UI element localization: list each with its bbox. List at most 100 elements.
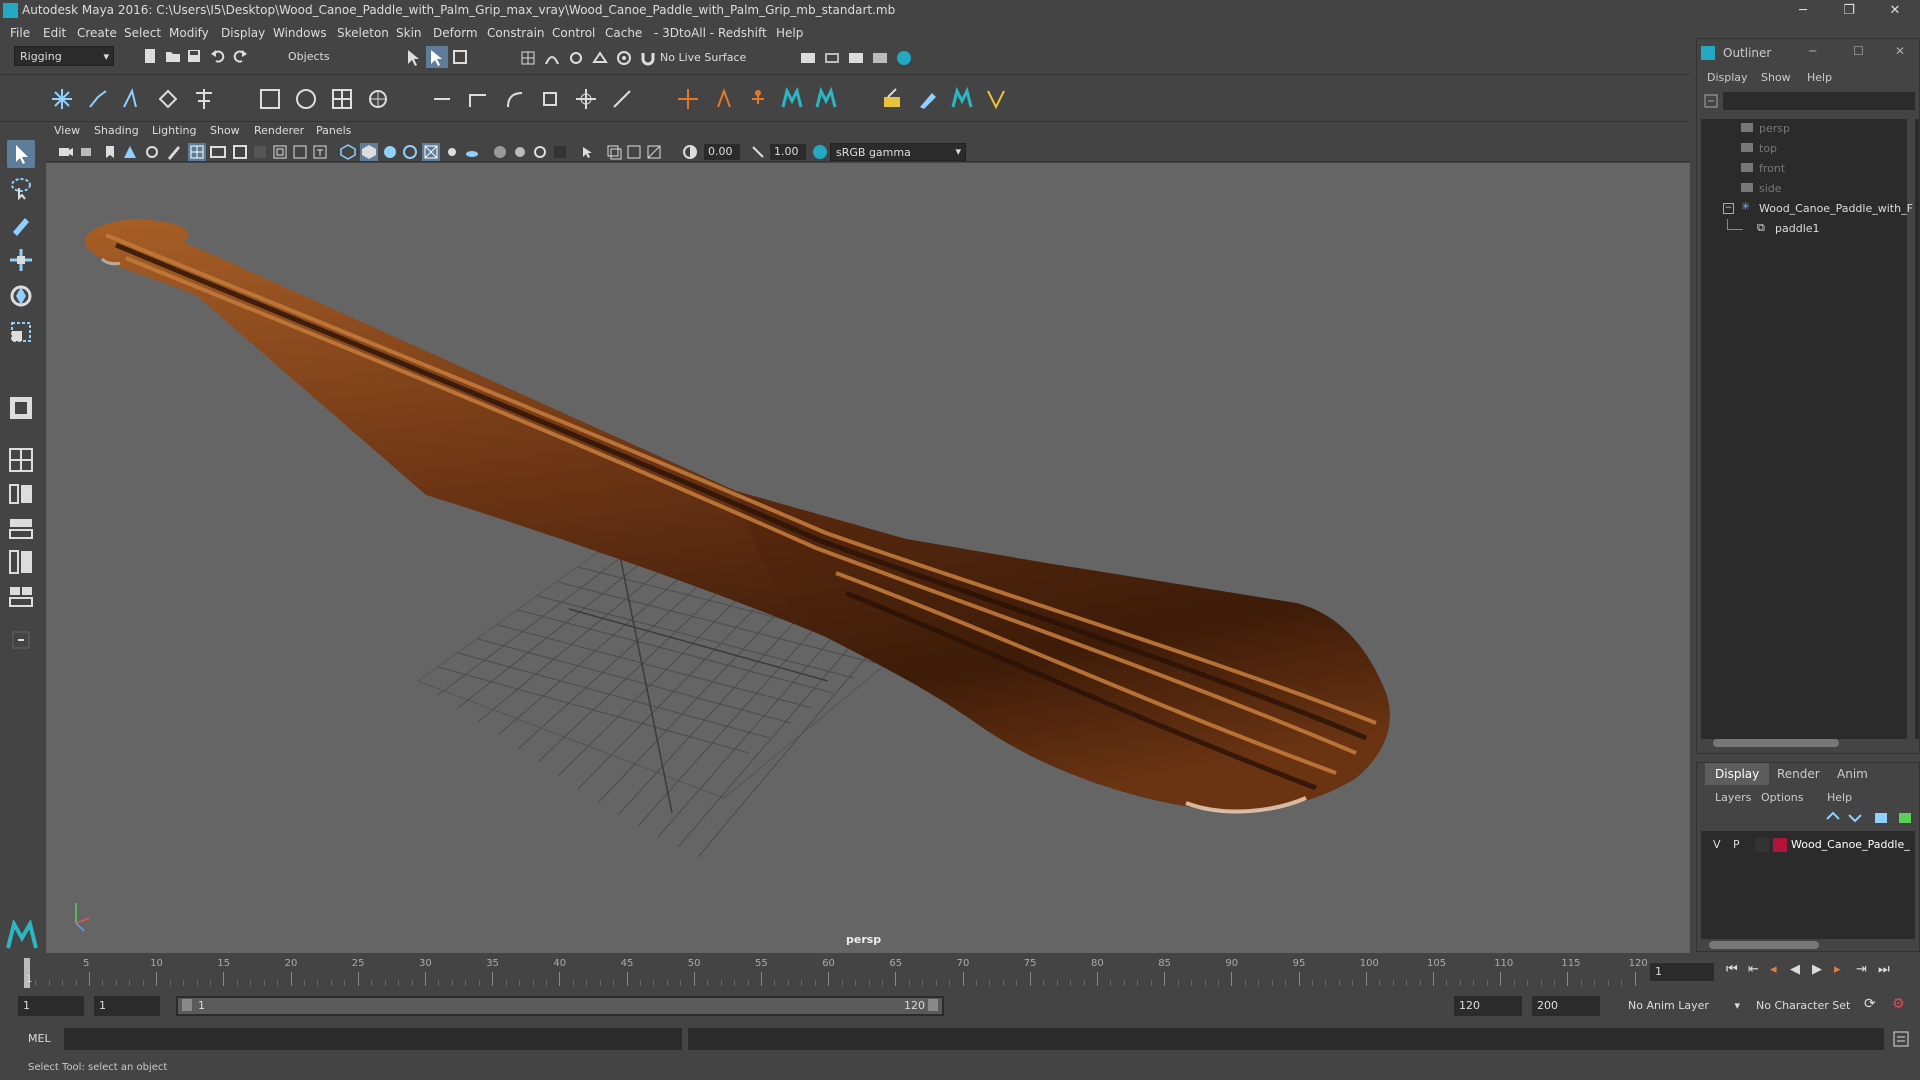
bind-skin-icon[interactable]	[258, 87, 282, 111]
selection-mode-dropdown[interactable]: Objects	[283, 47, 378, 67]
script-language-toggle[interactable]: MEL	[28, 1032, 51, 1045]
toolbox-collapse-icon[interactable]	[7, 626, 35, 654]
script-editor-icon[interactable]	[1892, 1030, 1910, 1048]
tab-anim[interactable]: Anim	[1827, 763, 1878, 785]
2d-pan-zoom-icon[interactable]	[144, 144, 160, 160]
image-plane-icon[interactable]	[122, 144, 138, 160]
safe-action-icon[interactable]	[292, 144, 308, 160]
bookmark-icon[interactable]	[102, 144, 118, 160]
panel-menu-renderer[interactable]: Renderer	[254, 124, 304, 137]
character-set-dropdown[interactable]: No Character Set	[1750, 996, 1862, 1016]
menu-display[interactable]: Display	[221, 26, 265, 40]
tab-render[interactable]: Render	[1767, 763, 1830, 785]
anti-aliasing-icon[interactable]	[532, 144, 548, 160]
outliner-item-persp[interactable]: persp	[1701, 119, 1907, 139]
ik-spline-icon[interactable]	[120, 87, 144, 111]
open-scene-icon[interactable]	[165, 48, 181, 64]
render-current-icon[interactable]	[824, 50, 840, 66]
outliner-menu-display[interactable]: Display	[1707, 71, 1748, 84]
auto-key-icon[interactable]: ⟳	[1864, 996, 1876, 1012]
lights-icon[interactable]	[444, 144, 460, 160]
move-layer-down-icon[interactable]	[1847, 811, 1863, 825]
panel-menu-shading[interactable]: Shading	[94, 124, 139, 137]
end-frame-field[interactable]: 200	[1532, 996, 1600, 1016]
outliner-vscrollbar[interactable]	[1915, 119, 1919, 739]
snap-view-plane-icon[interactable]	[592, 50, 608, 66]
new-empty-layer-icon[interactable]	[1873, 811, 1889, 825]
anim-layer-dropdown[interactable]: No Anim Layer ▾	[1620, 996, 1742, 1016]
persp-relationship-icon[interactable]	[7, 582, 35, 610]
outliner-close-button[interactable]: ✕	[1895, 44, 1905, 58]
select-by-component-icon[interactable]	[449, 46, 471, 68]
outliner-item-paddle1[interactable]: ⧉ paddle1	[1701, 219, 1907, 239]
menu-modify[interactable]: Modify	[169, 26, 209, 40]
persp-graph-icon[interactable]	[7, 514, 35, 542]
start-frame-field[interactable]: 1	[18, 996, 84, 1016]
layer-hscroll-thumb[interactable]	[1709, 941, 1819, 949]
wireframe-icon[interactable]	[340, 144, 356, 160]
quick-rig-icon[interactable]	[746, 87, 770, 111]
exposure-icon[interactable]	[682, 144, 698, 160]
move-tool-icon[interactable]	[7, 246, 35, 274]
ik-fk-icon[interactable]	[712, 87, 736, 111]
gate-mask-icon[interactable]	[252, 144, 268, 160]
maya-app-icon[interactable]	[6, 918, 38, 950]
select-by-object-icon[interactable]	[426, 46, 448, 68]
playback-end-field[interactable]: 120	[1454, 996, 1522, 1016]
motion-blur-icon[interactable]	[512, 144, 528, 160]
outliner-item-top[interactable]: top	[1701, 139, 1907, 159]
single-perspective-icon[interactable]	[7, 394, 35, 422]
outliner-minimize-button[interactable]: ─	[1809, 44, 1816, 58]
color-management-icon[interactable]	[812, 144, 828, 160]
select-by-hierarchy-icon[interactable]	[403, 46, 425, 68]
film-gate-icon[interactable]	[210, 144, 226, 160]
lasso-tool-icon[interactable]	[7, 174, 35, 202]
scale-tool-icon[interactable]	[7, 318, 35, 346]
xray-active-icon[interactable]	[626, 144, 642, 160]
step-back-frame-icon[interactable]: ◂	[1770, 962, 1777, 977]
playback-start-field[interactable]: 1	[94, 996, 160, 1016]
menu-skeleton[interactable]: Skeleton	[337, 26, 389, 40]
humanik-icon[interactable]	[780, 87, 804, 111]
redo-icon[interactable]	[232, 48, 248, 64]
snap-live-icon[interactable]	[616, 50, 632, 66]
go-to-start-icon[interactable]: ⏮	[1726, 962, 1738, 977]
render-view-icon[interactable]	[800, 50, 816, 66]
range-slider[interactable]: 1 120	[176, 996, 944, 1016]
textured-icon[interactable]	[422, 143, 440, 161]
smooth-bind-icon[interactable]	[294, 87, 318, 111]
humanik-control-icon[interactable]	[950, 87, 974, 111]
persp-outliner-icon[interactable]	[7, 480, 35, 508]
menu-constrain[interactable]: Constrain	[487, 26, 545, 40]
step-back-key-icon[interactable]: ⇤	[1748, 962, 1759, 977]
range-end-grip[interactable]	[928, 999, 938, 1011]
aim-constraint-icon[interactable]	[466, 87, 490, 111]
humanik-char-icon[interactable]	[814, 87, 838, 111]
perspective-viewport[interactable]: persp	[46, 163, 1690, 953]
menuset-dropdown[interactable]: Rigging ▾	[14, 46, 114, 66]
menu-windows[interactable]: Windows	[273, 26, 327, 40]
insert-joint-icon[interactable]	[156, 87, 180, 111]
menu-skin[interactable]: Skin	[396, 26, 422, 40]
outliner-item-front[interactable]: front	[1701, 159, 1907, 179]
tab-display[interactable]: Display	[1705, 763, 1770, 785]
outliner-hscroll-thumb[interactable]	[1713, 739, 1839, 747]
layer-display-type[interactable]	[1755, 838, 1769, 852]
outliner-menu-show[interactable]: Show	[1761, 71, 1791, 84]
depth-of-field-icon[interactable]	[552, 144, 568, 160]
move-layer-up-icon[interactable]	[1825, 811, 1841, 825]
render-settings-icon[interactable]	[872, 50, 888, 66]
exposure-field[interactable]: 0.00	[704, 144, 740, 160]
paint-weights-icon[interactable]	[880, 87, 904, 111]
panel-menu-show[interactable]: Show	[210, 124, 240, 137]
collapse-icon[interactable]: −	[1723, 203, 1734, 214]
save-scene-icon[interactable]	[186, 48, 202, 64]
command-input[interactable]	[64, 1028, 682, 1050]
lattice-icon[interactable]	[330, 87, 354, 111]
step-forward-key-icon[interactable]: ⇥	[1856, 962, 1867, 977]
ik-handle-icon[interactable]	[86, 87, 110, 111]
new-scene-icon[interactable]	[142, 48, 158, 64]
snap-magnet-icon[interactable]	[640, 50, 656, 66]
field-chart-icon[interactable]	[272, 144, 288, 160]
undo-icon[interactable]	[210, 48, 226, 64]
